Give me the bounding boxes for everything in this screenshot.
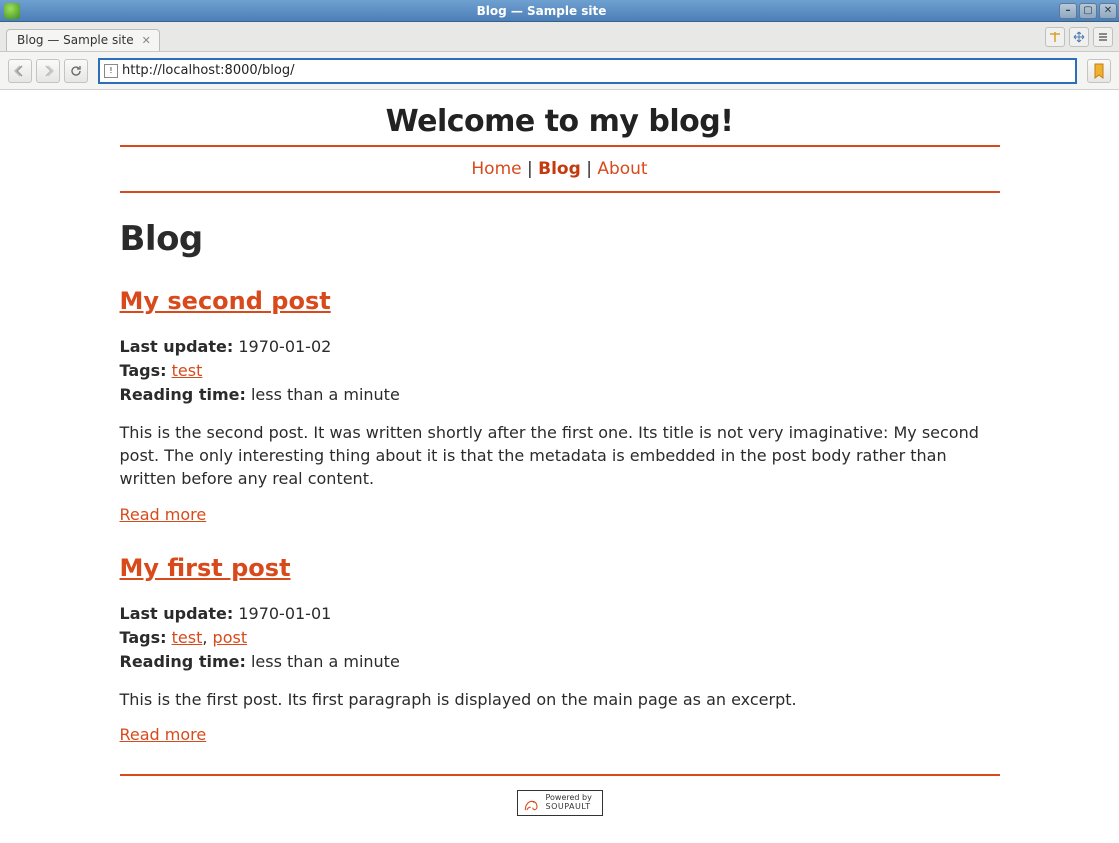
minimize-button[interactable]: –: [1059, 3, 1077, 19]
meta-value-reading-time: less than a minute: [251, 652, 400, 671]
tag-link[interactable]: test: [172, 361, 203, 380]
meta-value-last-update: 1970-01-02: [238, 337, 331, 356]
plus-icon: [1049, 31, 1061, 43]
meta-label-tags: Tags:: [120, 361, 167, 380]
hamburger-icon: [1097, 31, 1109, 43]
panel-toggle-button[interactable]: [1069, 27, 1089, 47]
meta-label-tags: Tags:: [120, 628, 167, 647]
app-icon: [4, 3, 20, 19]
read-more: Read more: [120, 505, 1000, 524]
badge-line2: SOUPAULT: [546, 803, 592, 812]
tab-label: Blog — Sample site: [17, 33, 134, 47]
post-excerpt: This is the second post. It was written …: [120, 421, 1000, 491]
bookmark-button[interactable]: [1087, 59, 1111, 83]
nav-link-blog[interactable]: Blog: [538, 159, 581, 179]
nav-sep: |: [586, 159, 597, 179]
site-nav: Home | Blog | About: [120, 155, 1000, 185]
post-meta: Last update: 1970-01-02 Tags: test Readi…: [120, 335, 1000, 407]
tag-link[interactable]: test: [172, 628, 203, 647]
new-tab-button[interactable]: [1045, 27, 1065, 47]
read-more-link[interactable]: Read more: [120, 725, 207, 744]
maximize-button[interactable]: ▢: [1079, 3, 1097, 19]
post-meta: Last update: 1970-01-01 Tags: test, post…: [120, 602, 1000, 674]
post: My second post Last update: 1970-01-02 T…: [120, 287, 1000, 524]
footer-rule: [120, 774, 1000, 776]
powered-by-badge[interactable]: Powered by SOUPAULT: [517, 790, 603, 816]
back-button[interactable]: [8, 59, 32, 83]
tab-strip: Blog — Sample site ✕: [0, 22, 1119, 52]
meta-label-last-update: Last update:: [120, 604, 234, 623]
read-more-link[interactable]: Read more: [120, 505, 207, 524]
page-viewport[interactable]: Welcome to my blog! Home | Blog | About …: [0, 90, 1119, 843]
move-icon: [1073, 31, 1085, 43]
url-input[interactable]: [122, 63, 1071, 78]
meta-label-last-update: Last update:: [120, 337, 234, 356]
meta-label-reading-time: Reading time:: [120, 652, 246, 671]
bookmark-icon: [1092, 63, 1106, 79]
post: My first post Last update: 1970-01-01 Ta…: [120, 554, 1000, 744]
post-title: My first post: [120, 554, 1000, 582]
nav-sep: |: [527, 159, 538, 179]
window-title: Blog — Sample site: [24, 4, 1059, 18]
meta-label-reading-time: Reading time:: [120, 385, 246, 404]
tag-link[interactable]: post: [213, 628, 248, 647]
url-bar[interactable]: !: [98, 58, 1077, 84]
nav-link-about[interactable]: About: [597, 159, 647, 179]
forward-icon: [41, 64, 55, 78]
meta-value-last-update: 1970-01-01: [238, 604, 331, 623]
reload-icon: [69, 64, 83, 78]
badge-text: Powered by SOUPAULT: [546, 794, 592, 812]
site-identity-icon[interactable]: !: [104, 64, 118, 78]
section-heading: Blog: [120, 219, 1000, 259]
read-more: Read more: [120, 725, 1000, 744]
nav-rule: [120, 191, 1000, 193]
site-header-title: Welcome to my blog!: [120, 104, 1000, 139]
post-title: My second post: [120, 287, 1000, 315]
page-content: Welcome to my blog! Home | Blog | About …: [120, 90, 1000, 836]
post-title-link[interactable]: My second post: [120, 287, 331, 315]
reload-button[interactable]: [64, 59, 88, 83]
window-titlebar: Blog — Sample site – ▢ ✕: [0, 0, 1119, 22]
close-tab-icon[interactable]: ✕: [142, 34, 151, 47]
window-controls: – ▢ ✕: [1059, 3, 1117, 19]
header-rule: [120, 145, 1000, 147]
meta-value-reading-time: less than a minute: [251, 385, 400, 404]
nav-toolbar: !: [0, 52, 1119, 90]
tag-sep: ,: [202, 628, 212, 647]
post-excerpt: This is the first post. Its first paragr…: [120, 688, 1000, 711]
forward-button[interactable]: [36, 59, 60, 83]
nav-link-home[interactable]: Home: [471, 159, 521, 179]
soupault-logo-icon: [522, 793, 542, 813]
menu-button[interactable]: [1093, 27, 1113, 47]
post-title-link[interactable]: My first post: [120, 554, 291, 582]
browser-tab[interactable]: Blog — Sample site ✕: [6, 29, 160, 51]
back-icon: [13, 64, 27, 78]
close-window-button[interactable]: ✕: [1099, 3, 1117, 19]
